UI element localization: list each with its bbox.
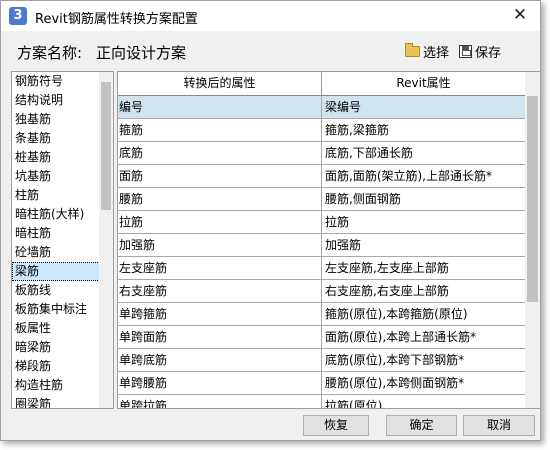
revit-attribute-cell[interactable]: 腰筋,侧面钢筋 [322,188,526,210]
category-item[interactable]: 桩基筋 [12,148,100,167]
category-item[interactable]: 暗柱筋 [12,224,100,243]
revit-attribute-cell[interactable]: 箍筋(原位),本跨箍筋(原位) [322,303,526,325]
converted-attribute-cell[interactable]: 腰筋 [118,188,322,210]
revit-attribute-cell[interactable]: 面筋,面筋(架立筋),上部通长筋* [322,165,526,187]
revit-attribute-cell[interactable]: 底筋(原位),本跨下部钢筋* [322,349,526,371]
folder-icon [405,42,420,57]
app-icon: 3 [9,7,27,25]
category-scroll-thumb[interactable] [101,82,111,210]
category-item[interactable]: 梯段筋 [12,357,100,376]
title-bar: 3 Revit钢筋属性转换方案配置 ✕ [1,1,540,31]
revit-attribute-cell[interactable]: 箍筋,梁箍筋 [322,119,526,141]
revit-attribute-cell[interactable]: 加强筋 [322,234,526,256]
revit-attribute-cell[interactable]: 左支座筋,左支座上部筋 [322,257,526,279]
grid-header: 转换后的属性 Revit属性 [118,72,526,96]
converted-attribute-cell[interactable]: 箍筋 [118,119,322,141]
table-row[interactable]: 编号 梁编号 [118,96,526,119]
grid-body: 编号 梁编号 箍筋 箍筋,梁箍筋 底筋 底筋,下部通长筋 面筋 面筋,面筋(架立筋),上部通长… [118,96,526,408]
table-row[interactable]: 单跨箍筋 箍筋(原位),本跨箍筋(原位) [118,303,526,326]
converted-attribute-cell[interactable]: 单跨腰筋 [118,372,322,394]
category-item[interactable]: 柱筋 [12,186,100,205]
table-row[interactable]: 面筋 面筋,面筋(架立筋),上部通长筋* [118,165,526,188]
dialog-window: 3 Revit钢筋属性转换方案配置 ✕ 方案名称: 正向设计方案 选择 保存 钢… [0,0,541,441]
select-label: 选择 [423,45,450,61]
converted-attribute-cell[interactable]: 单跨箍筋 [118,303,322,325]
revit-attribute-cell[interactable]: 拉筋(原位) [322,395,526,408]
converted-attribute-cell[interactable]: 拉筋 [118,211,322,233]
grid-scrollbar[interactable] [525,72,540,408]
revit-attribute-cell[interactable]: 右支座筋,右支座上部筋 [322,280,526,302]
save-icon [459,44,472,58]
category-list: 钢筋符号 结构说明 独基筋 条基筋 桩基筋 坑基筋 柱筋 暗柱筋(大样) 暗柱筋 砼墙筋 梁筋 板筋线… [12,72,100,408]
column-header-revit[interactable]: Revit属性 [322,72,526,95]
table-row[interactable]: 拉筋 拉筋 [118,211,526,234]
category-item[interactable]: 独基筋 [12,110,100,129]
revit-attribute-cell[interactable]: 腰筋(原位),本跨侧面钢筋* [322,372,526,394]
converted-attribute-cell[interactable]: 编号 [118,96,322,118]
scheme-name-value: 正向设计方案 [96,44,187,62]
converted-attribute-cell[interactable]: 加强筋 [118,234,322,256]
table-row[interactable]: 底筋 底筋,下部通长筋 [118,142,526,165]
category-item[interactable]: 暗柱筋(大样) [12,205,100,224]
table-row[interactable]: 单跨腰筋 腰筋(原位),本跨侧面钢筋* [118,372,526,395]
attribute-grid: 转换后的属性 Revit属性 编号 梁编号 箍筋 箍筋,梁箍筋 底筋 底筋,下部通长筋 面筋… [117,71,540,409]
save-label: 保存 [475,45,502,61]
table-row[interactable]: 单跨底筋 底筋(原位),本跨下部钢筋* [118,349,526,372]
table-row[interactable]: 箍筋 箍筋,梁箍筋 [118,119,526,142]
scheme-bar: 方案名称: 正向设计方案 选择 保存 [1,31,540,69]
revit-attribute-cell[interactable]: 拉筋 [322,211,526,233]
converted-attribute-cell[interactable]: 单跨底筋 [118,349,322,371]
category-item[interactable]: 结构说明 [12,91,100,110]
restore-button[interactable]: 恢复 [303,415,369,436]
category-item[interactable]: 梁筋 [12,262,100,281]
category-item[interactable]: 坑基筋 [12,167,100,186]
scheme-name-label: 方案名称: [17,44,83,62]
ok-button[interactable]: 确定 [386,415,457,436]
table-row[interactable]: 右支座筋 右支座筋,右支座上部筋 [118,280,526,303]
converted-attribute-cell[interactable]: 单跨拉筋 [118,395,322,408]
converted-attribute-cell[interactable]: 右支座筋 [118,280,322,302]
category-item[interactable]: 构造柱筋 [12,376,100,395]
category-item[interactable]: 砼墙筋 [12,243,100,262]
category-item[interactable]: 板属性 [12,319,100,338]
converted-attribute-cell[interactable]: 单跨面筋 [118,326,322,348]
revit-attribute-cell[interactable]: 梁编号 [322,96,526,118]
category-item[interactable]: 板筋集中标注 [12,300,100,319]
window-title: Revit钢筋属性转换方案配置 [35,12,198,27]
revit-attribute-cell[interactable]: 底筋,下部通长筋 [322,142,526,164]
category-item[interactable]: 圈梁筋 [12,395,100,408]
converted-attribute-cell[interactable]: 左支座筋 [118,257,322,279]
category-item[interactable]: 条基筋 [12,129,100,148]
converted-attribute-cell[interactable]: 面筋 [118,165,322,187]
select-scheme-button[interactable]: 选择 [405,42,450,61]
table-row[interactable]: 加强筋 加强筋 [118,234,526,257]
table-row[interactable]: 腰筋 腰筋,侧面钢筋 [118,188,526,211]
table-row[interactable]: 单跨面筋 面筋(原位),本跨上部通长筋* [118,326,526,349]
revit-attribute-cell[interactable]: 面筋(原位),本跨上部通长筋* [322,326,526,348]
cancel-button[interactable]: 取消 [463,415,535,436]
category-list-scrollbar[interactable] [99,72,113,408]
close-button[interactable]: ✕ [506,3,534,29]
category-list-panel: 钢筋符号 结构说明 独基筋 条基筋 桩基筋 坑基筋 柱筋 暗柱筋(大样) 暗柱筋 砼墙筋 梁筋 板筋线… [11,71,114,409]
table-row[interactable]: 单跨拉筋 拉筋(原位) [118,395,526,408]
converted-attribute-cell[interactable]: 底筋 [118,142,322,164]
grid-scroll-thumb[interactable] [527,96,538,302]
category-item[interactable]: 板筋线 [12,281,100,300]
column-header-converted[interactable]: 转换后的属性 [118,72,322,95]
category-item[interactable]: 暗梁筋 [12,338,100,357]
save-scheme-button[interactable]: 保存 [459,42,502,61]
table-row[interactable]: 左支座筋 左支座筋,左支座上部筋 [118,257,526,280]
category-item[interactable]: 钢筋符号 [12,72,100,91]
